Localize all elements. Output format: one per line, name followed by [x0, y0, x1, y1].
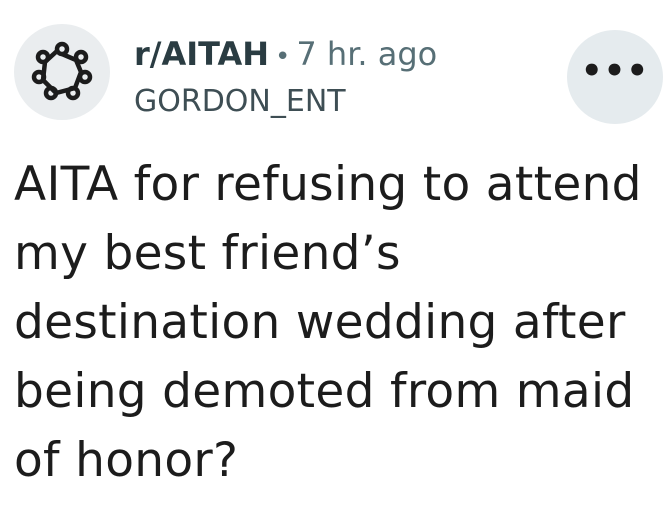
post-time: 7 hr. ago — [296, 35, 438, 73]
subreddit-ring-icon — [31, 41, 93, 101]
separator-dot: • — [275, 42, 291, 72]
author-username[interactable]: GORDON_ENT — [134, 83, 437, 121]
post-title[interactable]: AITA for refusing to attend my best frie… — [14, 150, 654, 495]
subreddit-avatar[interactable] — [14, 24, 110, 120]
post-meta: r/AITAH • 7 hr. ago GORDON_ENT — [134, 34, 437, 121]
subreddit-link[interactable]: r/AITAH — [134, 35, 269, 73]
post-card: r/AITAH • 7 hr. ago GORDON_ENT ••• AITA fo… — [0, 0, 667, 505]
more-options-button[interactable]: ••• — [567, 30, 663, 124]
more-options-icon: ••• — [580, 51, 650, 91]
meta-line: r/AITAH • 7 hr. ago — [134, 34, 437, 77]
